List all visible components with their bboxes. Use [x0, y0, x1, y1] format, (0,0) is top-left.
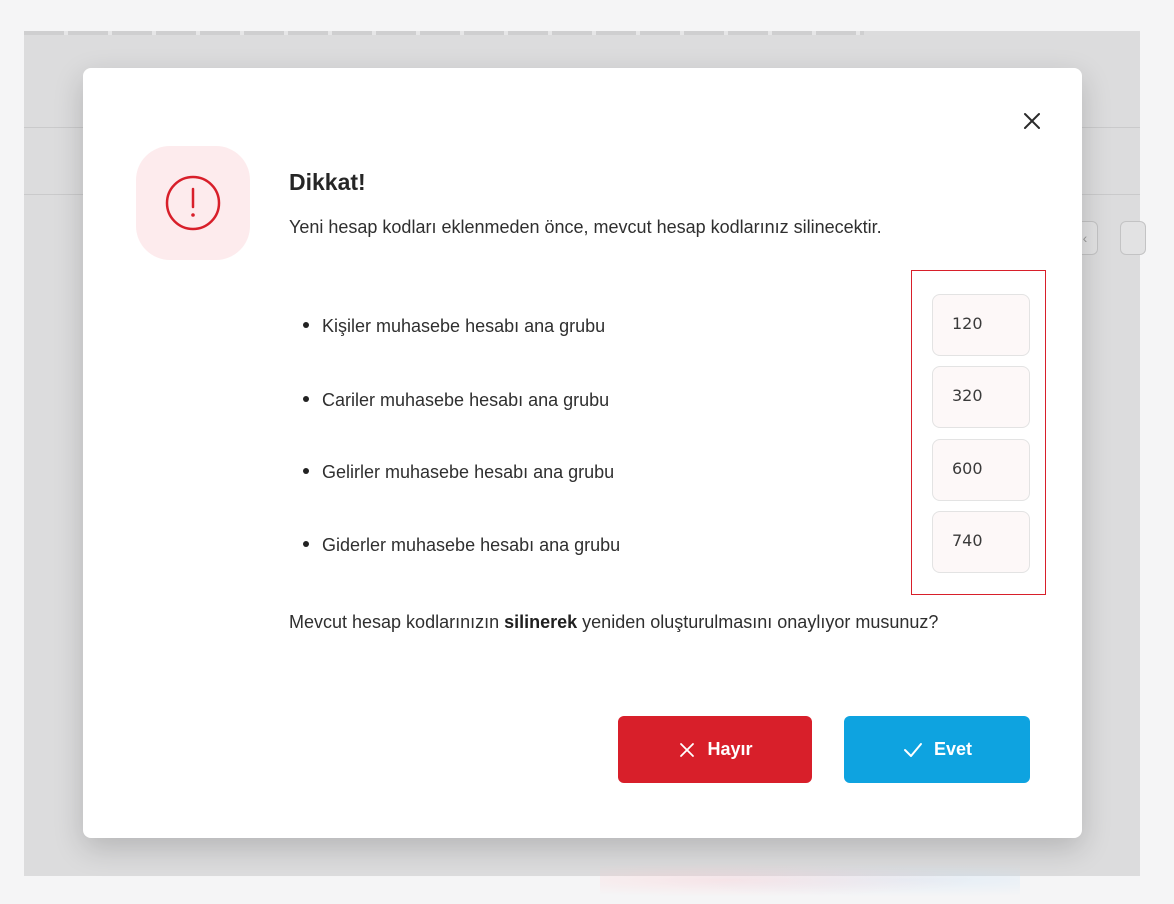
bullet — [303, 468, 309, 475]
bullet — [303, 541, 309, 548]
alert-icon-tile — [136, 146, 250, 260]
confirm-button-label: Evet — [933, 739, 973, 759]
question-text: Mevcut hesap kodlarınızın — [289, 612, 505, 632]
account-code-320: 320 — [932, 366, 1030, 428]
background-glow — [600, 860, 1020, 900]
background-tabs — [24, 31, 864, 35]
dialog-title: Dikkat! — [289, 169, 366, 195]
question-text: yeniden oluşturulmasını onaylıyor musunu… — [577, 612, 939, 632]
close-button[interactable] — [1019, 108, 1045, 134]
list-item: Giderler muhasebe hesabı ana grubu — [303, 535, 620, 556]
exclamation-circle-icon — [165, 175, 221, 231]
account-code-740: 740 — [932, 511, 1030, 573]
list-item-label: Gelirler muhasebe hesabı ana grubu — [322, 462, 615, 482]
confirm-button[interactable]: Evet — [844, 716, 1030, 783]
confirm-dialog: Dikkat! Yeni hesap kodları eklenmeden ön… — [83, 68, 1082, 838]
bullet — [303, 322, 309, 329]
list-item-label: Kişiler muhasebe hesabı ana grubu — [322, 316, 606, 336]
list-item: Cariler muhasebe hesabı ana grubu — [303, 390, 609, 411]
background-pager-next — [1120, 221, 1146, 255]
cancel-button[interactable]: Hayır — [618, 716, 812, 783]
bullet — [303, 396, 309, 403]
close-icon — [1024, 113, 1040, 129]
list-item: Kişiler muhasebe hesabı ana grubu — [303, 316, 605, 337]
confirm-question: Mevcut hesap kodlarınızın silinerek yeni… — [289, 606, 1029, 638]
list-item: Gelirler muhasebe hesabı ana grubu — [303, 462, 614, 483]
list-item-label: Giderler muhasebe hesabı ana grubu — [322, 535, 621, 555]
cancel-button-label: Hayır — [707, 739, 753, 759]
question-emphasis: silinerek — [504, 612, 578, 632]
list-item-label: Cariler muhasebe hesabı ana grubu — [322, 390, 610, 410]
check-icon — [903, 742, 922, 757]
account-code-600: 600 — [932, 439, 1030, 501]
x-icon — [680, 742, 695, 757]
dialog-message: Yeni hesap kodları eklenmeden önce, mevc… — [289, 217, 882, 237]
account-code-120: 120 — [932, 294, 1030, 356]
